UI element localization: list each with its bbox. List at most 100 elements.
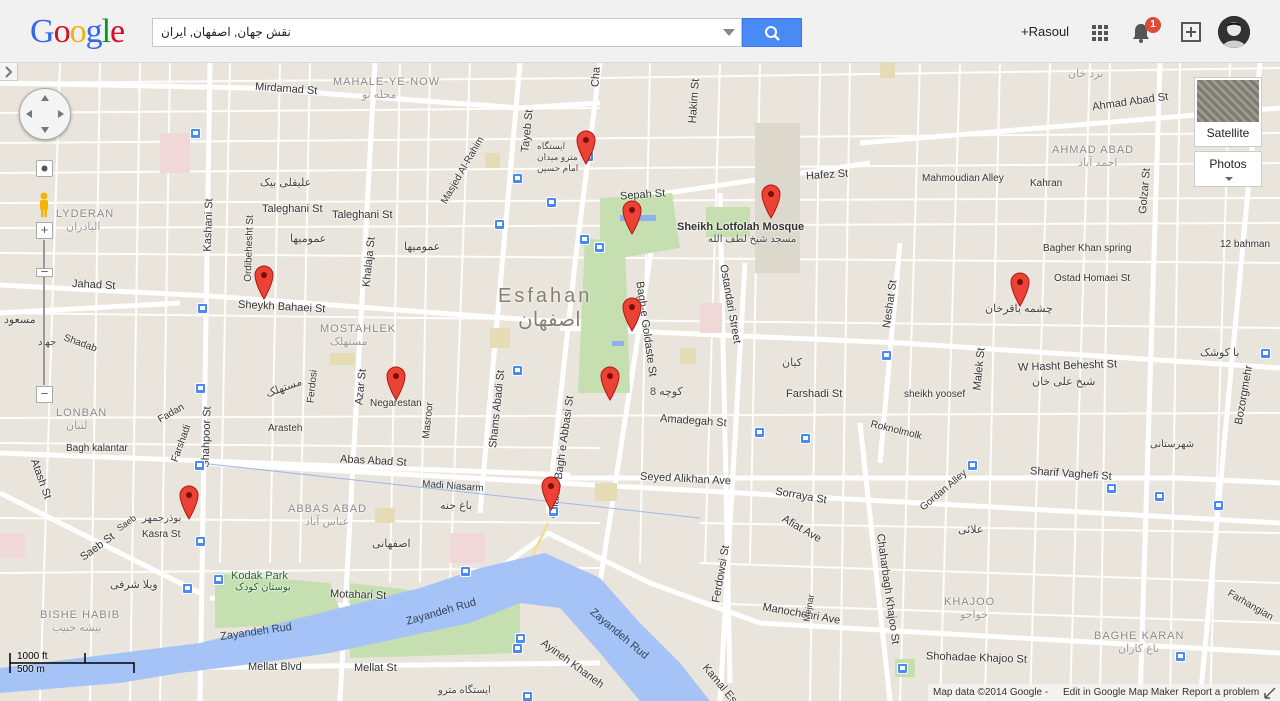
map-label-district: BISHE HABIB (40, 609, 121, 621)
map-label-street: عمومیها (290, 233, 327, 245)
pan-control[interactable] (19, 88, 71, 140)
bus-stop-icon[interactable] (579, 234, 590, 245)
map-label-district: باغ کاران (1118, 643, 1160, 655)
bus-stop-icon[interactable] (1213, 500, 1224, 511)
map-marker-icon[interactable] (599, 365, 621, 401)
search-box[interactable]: نقش جهان, اصفهان, ایران (152, 18, 742, 47)
bus-stop-icon[interactable] (512, 173, 523, 184)
map-label-street: عمومیها (404, 241, 441, 253)
bus-stop-icon[interactable] (1175, 651, 1186, 662)
notification-badge[interactable]: 1 (1145, 17, 1161, 33)
map-label-poi: امام حسین (537, 163, 579, 173)
map-label-district: MOSTAHLEK (320, 323, 397, 335)
map-label-street: شیخ علی خان (1032, 376, 1096, 388)
user-profile-link[interactable]: +Rasoul (1021, 24, 1069, 39)
map-label-street: Mahmoudian Alley (922, 173, 1004, 184)
bus-stop-icon[interactable] (494, 219, 505, 230)
map-label-street: Mellat Blvd (248, 661, 302, 673)
bus-stop-icon[interactable] (754, 427, 765, 438)
logo-letter: o (53, 13, 71, 50)
map-label-city: Esfahan (498, 285, 593, 307)
search-dropdown-icon[interactable] (723, 29, 735, 36)
logo-letter: l (101, 13, 112, 50)
map-label-district: الیادران (66, 221, 101, 233)
satellite-toggle-button[interactable]: Satellite (1194, 77, 1262, 147)
zoom-slider-track[interactable] (43, 240, 45, 385)
map-label-street: جهاد (38, 337, 57, 348)
map-marker-icon[interactable] (385, 365, 407, 401)
photos-toggle-button[interactable]: Photos (1194, 151, 1262, 187)
add-icon[interactable] (1181, 22, 1201, 42)
bus-stop-icon[interactable] (512, 365, 523, 376)
map-label-district: محله نو (362, 89, 397, 101)
map-marker-icon[interactable] (1009, 271, 1031, 307)
bus-stop-icon[interactable] (967, 460, 978, 471)
map-label-district: AHMAD ABAD (1052, 144, 1135, 156)
edit-map-maker-link[interactable]: Edit in Google Map Maker (1063, 687, 1179, 698)
bus-stop-icon[interactable] (897, 663, 908, 674)
chevron-right-icon (5, 66, 13, 78)
map-label-district: BAGHE KARAN (1094, 630, 1185, 642)
map-label-poi: Bagher Khan spring (1043, 243, 1132, 254)
map-label-street: sheikh yoosef (904, 389, 966, 400)
pan-arrows-icon (26, 95, 64, 133)
bus-stop-icon[interactable] (512, 643, 523, 654)
bus-stop-icon[interactable] (800, 433, 811, 444)
map-marker-icon[interactable] (621, 199, 643, 235)
map-marker-icon[interactable] (178, 484, 200, 520)
map-label-street: Farshadi St (786, 388, 843, 400)
bus-stop-icon[interactable] (522, 691, 533, 701)
map-label-poi[interactable]: Sheikh Lotfolah Mosque (677, 221, 804, 233)
scale-m-label: 500 m (17, 664, 45, 675)
map-marker-icon[interactable] (253, 264, 275, 300)
bus-stop-icon[interactable] (194, 460, 205, 471)
sidebar-toggle-button[interactable] (0, 63, 18, 81)
apps-grid-icon[interactable] (1092, 25, 1108, 41)
top-bar: Google نقش جهان, اصفهان, ایران +Rasoul 1 (0, 0, 1280, 63)
map-marker-icon[interactable] (540, 475, 562, 511)
search-icon (765, 26, 780, 41)
map-label-park: بوستان کودک (235, 582, 291, 593)
bus-stop-icon[interactable] (1106, 483, 1117, 494)
map-marker-icon[interactable] (760, 183, 782, 219)
search-input[interactable]: نقش جهان, اصفهان, ایران (161, 25, 291, 39)
bus-stop-icon[interactable] (1154, 491, 1165, 502)
zoom-in-button[interactable]: + (36, 222, 53, 239)
map-label-street: 12 bahman (1220, 239, 1271, 250)
report-problem-link[interactable]: Report a problem (1182, 687, 1259, 698)
bus-stop-icon[interactable] (594, 242, 605, 253)
search-button[interactable] (742, 18, 802, 47)
map-label-street: Taleghani St (262, 203, 323, 215)
bus-stop-icon[interactable] (190, 128, 201, 139)
avatar[interactable] (1218, 16, 1250, 48)
map-label-street: Kahran (1030, 178, 1063, 189)
bus-stop-icon[interactable] (195, 383, 206, 394)
pegman-icon[interactable] (38, 192, 50, 218)
map-label-district: مستهلک (330, 336, 368, 348)
satellite-thumbnail (1197, 80, 1259, 122)
bus-stop-icon[interactable] (182, 583, 193, 594)
map-label-street: کیان (782, 357, 802, 369)
bus-stop-icon[interactable] (881, 350, 892, 361)
bus-stop-icon[interactable] (213, 574, 224, 585)
bus-stop-icon[interactable] (195, 536, 206, 547)
bus-stop-icon[interactable] (197, 303, 208, 314)
map-label-district: احمد آباد (1078, 157, 1118, 169)
expand-icon[interactable] (1264, 687, 1276, 699)
map-label-street: علائی (958, 524, 984, 536)
bus-stop-icon[interactable] (460, 566, 471, 577)
map-canvas[interactable]: Mirdamad St MAHALE-YE-NOW محله نو Tayeb … (0, 63, 1280, 701)
zoom-out-button[interactable]: − (36, 386, 53, 403)
map-label-district: عباس آباد (305, 516, 350, 528)
bus-stop-icon[interactable] (546, 197, 557, 208)
my-location-button[interactable] (36, 160, 53, 177)
zoom-slider-handle[interactable]: − (36, 265, 53, 278)
map-label-street: Taleghani St (332, 209, 393, 221)
map-label-park[interactable]: Kodak Park (231, 570, 288, 582)
map-label-district: لنبان (66, 420, 88, 432)
map-label-poi: مسجد شیخ لطف الله (708, 234, 797, 245)
google-logo[interactable]: Google (30, 13, 125, 50)
map-marker-icon[interactable] (621, 296, 643, 332)
map-marker-icon[interactable] (575, 129, 597, 165)
bus-stop-icon[interactable] (1260, 348, 1271, 359)
